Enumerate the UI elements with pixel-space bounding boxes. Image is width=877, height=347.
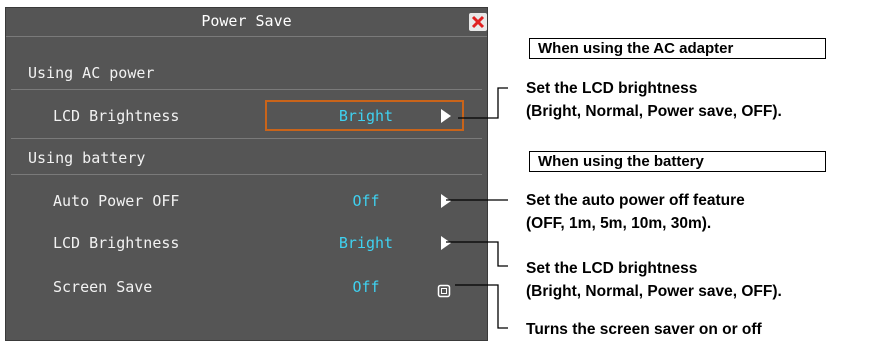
- auto-off-note: Set the auto power off feature (OFF, 1m,…: [526, 189, 745, 235]
- battery-lcd-note: Set the LCD brightness (Bright, Normal, …: [526, 257, 782, 303]
- ac-lcd-note: Set the LCD brightness (Bright, Normal, …: [526, 77, 782, 123]
- screen-save-note: Turns the screen saver on or off: [526, 321, 762, 338]
- ac-lcd-note-line1: Set the LCD brightness: [526, 80, 698, 97]
- battery-lcd-note-line2: (Bright, Normal, Power save, OFF).: [526, 283, 782, 300]
- battery-lcd-note-line1: Set the LCD brightness: [526, 260, 698, 277]
- auto-off-note-line2: (OFF, 1m, 5m, 10m, 30m).: [526, 215, 712, 232]
- auto-off-note-line1: Set the auto power off feature: [526, 192, 745, 209]
- ac-lcd-note-line2: (Bright, Normal, Power save, OFF).: [526, 103, 782, 120]
- battery-label-box: When using the battery: [529, 151, 826, 172]
- ac-adapter-label-box: When using the AC adapter: [529, 38, 826, 59]
